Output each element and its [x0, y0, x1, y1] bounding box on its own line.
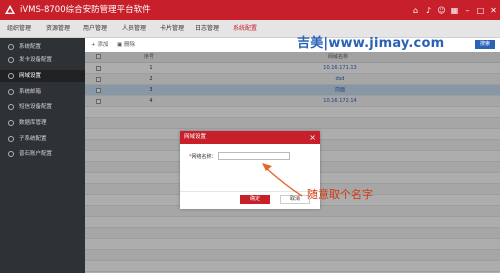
plus-icon: + [91, 42, 96, 48]
sidebar-item-domain[interactable]: 网域设置 [0, 70, 85, 82]
sidebar-item-subsystem[interactable]: 子系统配置 [0, 133, 85, 145]
watermark-text: 吉美|www.jimay.com [297, 36, 445, 51]
window-controls: ⌂ ♪ ☺ ▦ – □ ✕ [411, 5, 498, 15]
domain-settings-dialog: 网域设置 × *网络名称： 确定 取消 [180, 131, 320, 209]
confirm-button[interactable]: 确定 [240, 195, 270, 204]
menu-item-system[interactable]: 系统配置 [233, 20, 257, 37]
sidebar-item-system-config[interactable]: 系统配置 [0, 41, 85, 53]
menu-item-card[interactable]: 卡片管理 [160, 20, 184, 37]
home-icon[interactable]: ⌂ [411, 6, 420, 15]
add-button[interactable]: + 添加 [91, 38, 108, 52]
bell-icon[interactable]: ♪ [424, 6, 433, 15]
close-icon[interactable]: ✕ [489, 6, 498, 15]
menu-item-log[interactable]: 日志管理 [195, 20, 219, 37]
app-title: iVMS-8700综合安防管理平台软件 [20, 5, 151, 15]
sidebar-item-card-device[interactable]: 发卡设备配置 [0, 54, 85, 66]
sidebar-item-mail[interactable]: 系统邮箱 [0, 86, 85, 98]
minimize-icon[interactable]: – [463, 6, 472, 15]
sidebar: 系统配置 发卡设备配置 网域设置 系统邮箱 短信设备配置 数据库管理 子系统配置… [0, 38, 85, 273]
card-icon [8, 57, 14, 63]
title-bar: iVMS-8700综合安防管理平台软件 ⌂ ♪ ☺ ▦ – □ ✕ [0, 0, 500, 20]
subsystem-icon [8, 136, 14, 142]
annotation-text: 随意取个名字 [307, 188, 373, 201]
sidebar-item-database[interactable]: 数据库管理 [0, 117, 85, 129]
user-icon[interactable]: ☺ [437, 6, 446, 15]
trash-icon: ▣ [117, 42, 123, 48]
cancel-button[interactable]: 取消 [280, 195, 310, 204]
mail-icon [8, 89, 14, 95]
grid-icon[interactable]: ▦ [450, 6, 459, 15]
search-button[interactable]: 搜索 [475, 40, 495, 49]
menu-item-resource[interactable]: 资源管理 [46, 20, 70, 37]
globe-icon [8, 73, 14, 79]
domain-name-label: *网络名称： [189, 154, 217, 160]
delete-button[interactable]: ▣ 删除 [117, 38, 135, 52]
maximize-icon[interactable]: □ [476, 6, 485, 15]
menu-item-person[interactable]: 人员管理 [122, 20, 146, 37]
app-logo [5, 5, 15, 14]
close-icon[interactable]: × [309, 132, 316, 143]
sidebar-item-sms[interactable]: 短信设备配置 [0, 101, 85, 113]
dialog-header: 网域设置 × [180, 131, 320, 144]
gear-icon [8, 44, 14, 50]
sidebar-item-account[interactable]: 普石账户配置 [0, 148, 85, 160]
menu-item-user[interactable]: 用户管理 [83, 20, 107, 37]
dialog-title: 网域设置 [184, 134, 207, 140]
account-icon [8, 151, 14, 157]
domain-name-input[interactable] [218, 152, 290, 160]
menu-item-org[interactable]: 组织管理 [7, 20, 31, 37]
database-icon [8, 120, 14, 126]
sms-icon [8, 104, 14, 110]
